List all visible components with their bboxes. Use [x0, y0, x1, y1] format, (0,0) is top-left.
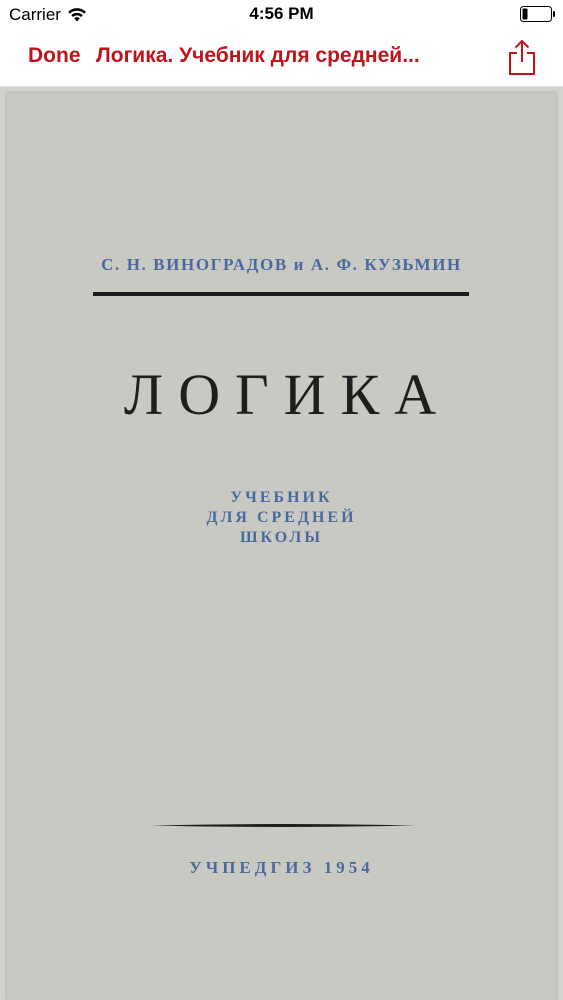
subtitle-line: ШКОЛЫ: [239, 529, 324, 546]
subtitle-line: ДЛЯ СРЕДНЕЙ: [206, 509, 357, 526]
share-icon[interactable]: [507, 38, 537, 76]
book-cover-page: С. Н. ВИНОГРАДОВ и А. Ф. КУЗЬМИН ЛОГИКА …: [7, 93, 556, 1000]
book-publisher: УЧПЕДГИЗ 1954: [189, 858, 374, 877]
document-viewer[interactable]: С. Н. ВИНОГРАДОВ и А. Ф. КУЗЬМИН ЛОГИКА …: [0, 87, 563, 1000]
navigation-bar: Done Логика. Учебник для средней...: [0, 30, 563, 87]
status-bar: Carrier 4:56 PM: [0, 0, 563, 30]
book-title: ЛОГИКА: [123, 362, 452, 427]
document-title: Логика. Учебник для средней...: [96, 44, 420, 67]
battery-icon: [520, 6, 555, 22]
done-button[interactable]: Done: [28, 44, 81, 68]
book-authors: С. Н. ВИНОГРАДОВ и А. Ф. КУЗЬМИН: [101, 255, 462, 274]
top-divider: [93, 292, 469, 296]
subtitle-line: УЧЕБНИК: [230, 489, 333, 506]
status-time: 4:56 PM: [249, 4, 314, 23]
book-subtitle: УЧЕБНИК ДЛЯ СРЕДНЕЙ ШКОЛЫ: [7, 488, 556, 548]
bottom-divider: [150, 824, 416, 827]
